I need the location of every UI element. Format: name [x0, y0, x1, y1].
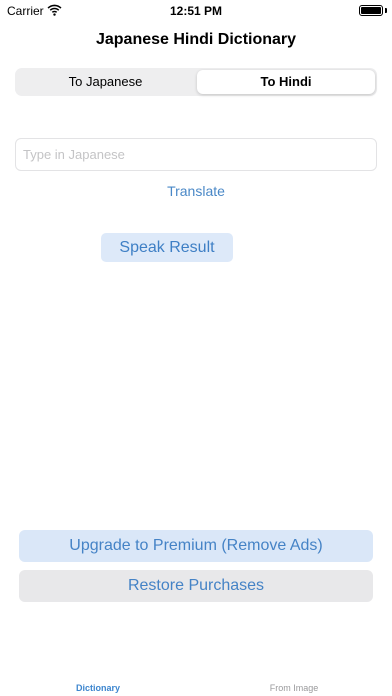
page-title: Japanese Hindi Dictionary: [95, 31, 297, 48]
tab-dictionary[interactable]: Dictionary: [0, 683, 196, 693]
word-input[interactable]: [15, 138, 377, 171]
status-time: 12:51 PM: [169, 4, 223, 18]
translate-button[interactable]: Translate: [0, 183, 392, 199]
restore-purchases-button[interactable]: Restore Purchases: [19, 570, 373, 602]
segment-to-japanese[interactable]: To Japanese: [17, 70, 194, 94]
battery-icon: [359, 5, 383, 16]
segment-to-hindi[interactable]: To Hindi: [197, 70, 375, 94]
tab-bar: Dictionary From Image: [0, 674, 392, 696]
direction-segmented-control: To Japanese To Hindi: [15, 68, 377, 96]
speak-result-button[interactable]: Speak Result: [101, 233, 233, 262]
status-bar: Carrier 12:51 PM: [0, 0, 392, 22]
upgrade-premium-button[interactable]: Upgrade to Premium (Remove Ads): [19, 530, 373, 562]
battery-cap: [385, 8, 387, 13]
tab-from-image[interactable]: From Image: [196, 683, 392, 693]
